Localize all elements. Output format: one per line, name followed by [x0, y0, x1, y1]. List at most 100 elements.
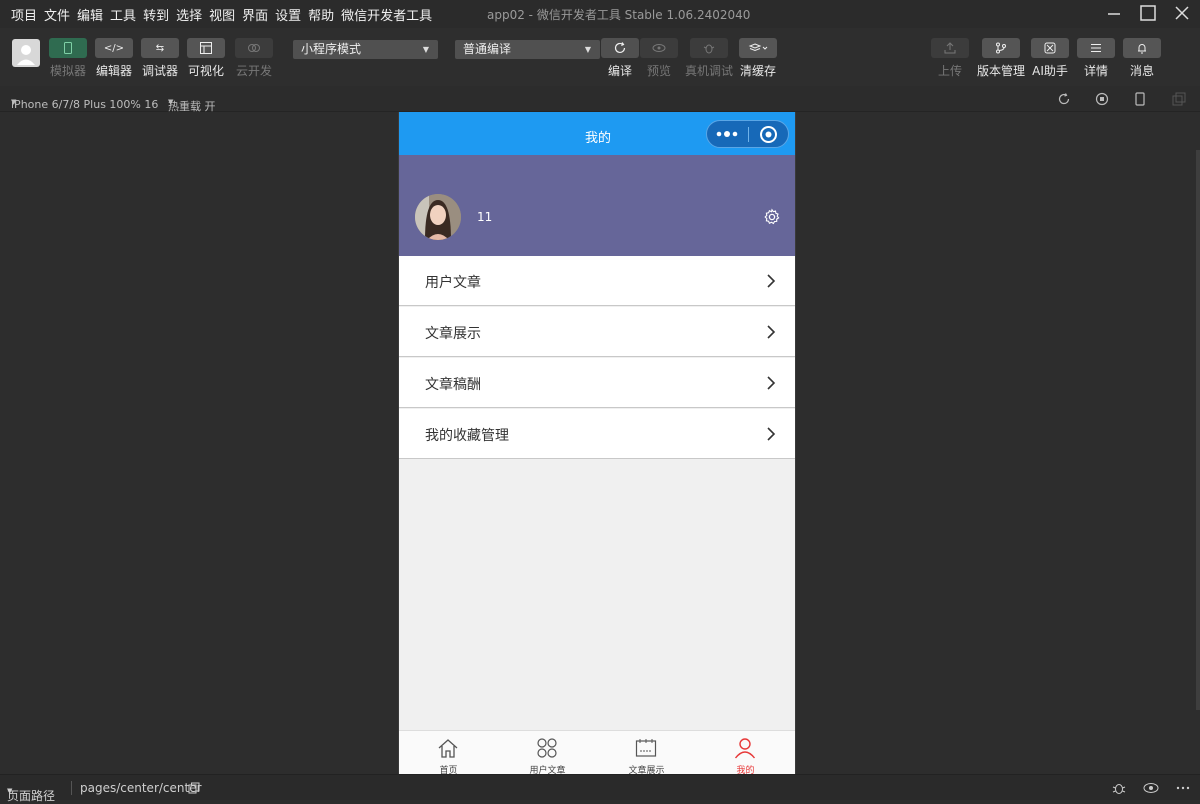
capsule-menu[interactable]: [706, 120, 789, 148]
menu-goto[interactable]: 转到: [143, 5, 169, 24]
avatar[interactable]: [415, 194, 461, 240]
menu-edit[interactable]: 编辑: [77, 5, 103, 24]
exit-icon[interactable]: [759, 125, 778, 144]
menu-row-article-display[interactable]: 文章展示: [399, 307, 795, 357]
upload-button[interactable]: 上传: [931, 38, 969, 79]
more-icon[interactable]: [715, 129, 739, 139]
editor-button[interactable]: </> 编辑器: [95, 38, 133, 79]
cloud-dev-button[interactable]: 云开发: [235, 38, 273, 79]
simulator-label: 模拟器: [49, 64, 86, 78]
tab-home[interactable]: 首页: [399, 731, 498, 774]
menu-help[interactable]: 帮助: [308, 5, 334, 24]
more-icon[interactable]: [1176, 786, 1190, 790]
device-icon[interactable]: [1134, 92, 1146, 106]
messages-label: 消息: [1129, 64, 1154, 78]
grid-icon: [537, 738, 557, 758]
avatar-photo: [415, 194, 461, 240]
tab-article-display[interactable]: 文章展示: [597, 731, 696, 774]
tab-user-articles-label: 用户文章: [529, 766, 566, 774]
menu-project[interactable]: 项目: [11, 5, 37, 24]
preview-label: 预览: [646, 64, 671, 78]
bug-icon[interactable]: [1112, 781, 1126, 795]
upload-icon: [931, 38, 969, 58]
user-avatar[interactable]: [12, 39, 40, 67]
minimize-icon[interactable]: [1102, 4, 1126, 24]
gear-icon[interactable]: [763, 208, 781, 226]
menu-file[interactable]: 文件: [44, 5, 70, 24]
debug-icon: ⇆: [141, 38, 179, 58]
messages-button[interactable]: 消息: [1123, 38, 1161, 79]
preview-button[interactable]: 预览: [640, 38, 678, 79]
chevron-right-icon: [767, 274, 776, 288]
code-icon: </>: [95, 38, 133, 58]
scrollbar[interactable]: [1196, 150, 1200, 710]
user-icon: [734, 738, 756, 759]
nav-bar: 我的: [399, 112, 795, 155]
tab-article-display-label: 文章展示: [628, 766, 665, 774]
board-icon: [635, 739, 657, 757]
menu-row-label: 我的收藏管理: [425, 428, 509, 444]
layers-icon: [739, 38, 777, 58]
visualize-button[interactable]: 可视化: [187, 38, 225, 79]
popout-icon[interactable]: [1172, 92, 1186, 106]
menu-row-article-fees[interactable]: 文章稿酬: [399, 358, 795, 408]
tab-user-articles[interactable]: 用户文章: [498, 731, 597, 774]
compile-select[interactable]: 普通编译 ▼: [455, 40, 600, 59]
chevron-right-icon: [767, 325, 776, 339]
tab-home-label: 首页: [439, 766, 458, 774]
caret-down-icon: ▼: [11, 98, 17, 106]
menu-icon: [1077, 38, 1115, 58]
eye-icon[interactable]: [1143, 782, 1159, 794]
menu-view[interactable]: 视图: [209, 5, 235, 24]
stop-icon[interactable]: [1095, 92, 1109, 106]
mode-select-value: 小程序模式: [301, 42, 362, 56]
debugger-button[interactable]: ⇆ 调试器: [141, 38, 179, 79]
tab-mine[interactable]: 我的: [696, 731, 795, 774]
menu-list: 项目 文件 编辑 工具 转到 选择 视图 界面 设置 帮助 微信开发者工具: [0, 5, 439, 24]
compile-label: 编译: [607, 64, 632, 78]
version-button[interactable]: 版本管理: [977, 38, 1025, 79]
ai-icon: [1031, 38, 1069, 58]
compile-button[interactable]: 编译: [601, 38, 639, 79]
person-icon: [17, 45, 35, 65]
clear-cache-button[interactable]: 清缓存: [739, 38, 777, 79]
menu-row-favorites[interactable]: 我的收藏管理: [399, 409, 795, 459]
maximize-icon[interactable]: [1136, 4, 1160, 24]
tab-mine-label: 我的: [736, 766, 755, 774]
ai-assistant-button[interactable]: AI助手: [1031, 38, 1069, 79]
page-path: pages/center/center: [80, 781, 202, 795]
menu-interface[interactable]: 界面: [242, 5, 268, 24]
simulator-button[interactable]: 模拟器: [49, 38, 87, 79]
menu-tools[interactable]: 工具: [110, 5, 136, 24]
upload-label: 上传: [937, 64, 962, 78]
branch-icon: [982, 38, 1020, 58]
caret-down-icon: ▼: [422, 45, 429, 54]
capsule-divider: [748, 127, 749, 142]
menu-row-user-articles[interactable]: 用户文章: [399, 256, 795, 306]
caret-down-icon: ▼: [584, 45, 591, 54]
menu-devtools[interactable]: 微信开发者工具: [341, 5, 432, 24]
caret-down-icon: ▼: [168, 98, 174, 106]
tab-bar: 首页 用户文章 文章展示 我的: [399, 730, 795, 774]
profile-header: 11: [399, 155, 795, 256]
copy-icon[interactable]: [188, 782, 200, 794]
remote-debug-button[interactable]: 真机调试: [685, 38, 733, 79]
ai-assistant-label: AI助手: [1032, 64, 1068, 78]
status-divider: [71, 781, 72, 795]
details-button[interactable]: 详情: [1077, 38, 1115, 79]
simulator-toolbar: iPhone 6/7/8 Plus 100% 16 ▼ 热重载 开 ▼: [0, 86, 1200, 113]
mode-select[interactable]: 小程序模式 ▼: [293, 40, 438, 59]
rotate-icon[interactable]: [1057, 92, 1071, 106]
details-label: 详情: [1083, 64, 1108, 78]
menu-select[interactable]: 选择: [176, 5, 202, 24]
simulator-screen: 我的 11 用户文章 文章展示 文章稿酬 我的收藏管理 首页 用户文章 文章展示…: [398, 112, 796, 774]
menu-row-label: 文章稿酬: [425, 377, 481, 393]
menu-row-label: 用户文章: [425, 275, 481, 291]
menu-settings[interactable]: 设置: [275, 5, 301, 24]
debugger-label: 调试器: [141, 64, 178, 78]
compile-select-value: 普通编译: [463, 42, 512, 56]
status-bar: 页面路径 ▼ pages/center/center: [0, 774, 1200, 803]
close-icon[interactable]: [1170, 4, 1194, 24]
window-title: app02 - 微信开发者工具 Stable 1.06.2402040: [487, 8, 751, 22]
eye-icon: [640, 38, 678, 58]
